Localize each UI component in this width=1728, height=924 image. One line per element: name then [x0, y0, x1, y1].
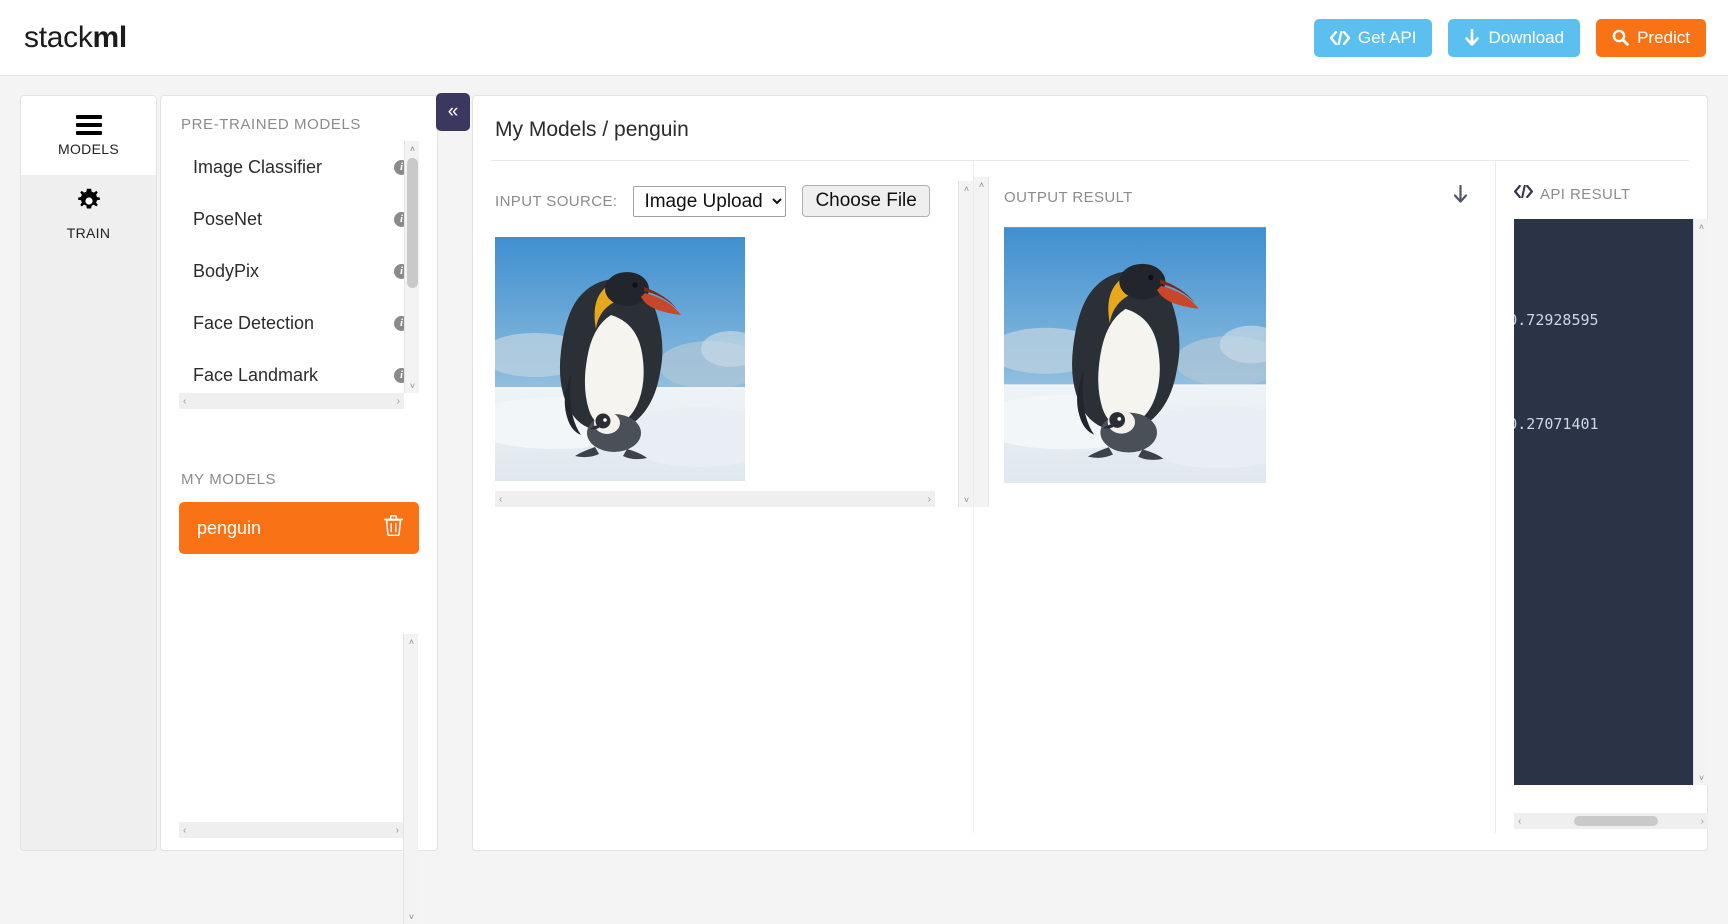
pretrained-item-face-landmark[interactable]: Face Landmark i: [179, 349, 419, 393]
output-penguin-image: [972, 227, 1303, 483]
sidebar-item-models[interactable]: MODELS: [21, 96, 156, 175]
scroll-down-arrow[interactable]: ˅: [404, 909, 419, 924]
download-label: Download: [1488, 27, 1565, 47]
input-source-select[interactable]: Image Upload: [633, 185, 787, 217]
pretrained-item-label: Face Detection: [193, 312, 315, 333]
scroll-right-arrow[interactable]: ›: [928, 494, 931, 505]
top-bar: stackml Get API Download Predict: [0, 0, 1728, 76]
scroll-thumb[interactable]: [1574, 816, 1658, 826]
get-api-button[interactable]: Get API: [1313, 18, 1433, 57]
pretrained-item-label: Image Classifier: [193, 156, 323, 177]
sidebar-item-train[interactable]: TRAIN: [21, 175, 156, 254]
scroll-up-arrow[interactable]: ˄: [405, 141, 419, 156]
api-code-vertical-scrollbar[interactable]: ˄ ˅: [1693, 219, 1708, 785]
scroll-thumb[interactable]: [407, 158, 418, 288]
scroll-right-arrow[interactable]: ›: [396, 825, 399, 836]
api-result-label: API RESULT: [1540, 185, 1631, 203]
sidebar-item-models-label: MODELS: [58, 140, 119, 157]
scroll-up-arrow[interactable]: ˄: [1694, 219, 1708, 234]
input-source-label: INPUT SOURCE:: [495, 192, 618, 210]
code-icon: [1329, 30, 1350, 45]
pretrained-item-bodypix[interactable]: BodyPix i: [179, 245, 419, 297]
pretrained-item-label: Face Landmark: [193, 364, 319, 385]
api-result-code: ": [ ame": 0, ility": 0.72928595 ame": 1…: [1514, 219, 1708, 437]
pretrained-list[interactable]: Image Classifier i PoseNet i BodyPix i F…: [179, 141, 419, 393]
scroll-up-arrow[interactable]: ˄: [404, 634, 419, 649]
code-line: ility": 0.72928595: [1514, 311, 1599, 329]
output-vertical-scrollbar[interactable]: ˄: [974, 177, 989, 507]
pretrained-item-label: BodyPix: [193, 260, 260, 281]
api-code-horizontal-scrollbar[interactable]: ‹ ›: [1514, 813, 1708, 829]
input-image-wrapper: [465, 217, 973, 486]
output-header: OUTPUT RESULT: [974, 161, 1495, 209]
scroll-down-arrow[interactable]: ˅: [1694, 770, 1708, 785]
scroll-left-arrow[interactable]: ‹: [1518, 816, 1521, 827]
collapse-sidebar-button[interactable]: «: [436, 93, 470, 131]
choose-file-button[interactable]: Choose File: [802, 185, 930, 217]
pretrained-item-image-classifier[interactable]: Image Classifier i: [179, 141, 419, 193]
gear-icon: [76, 188, 102, 219]
download-arrow-icon[interactable]: [1452, 184, 1469, 209]
scroll-left-arrow[interactable]: ‹: [183, 825, 186, 836]
pretrained-item-posenet[interactable]: PoseNet i: [179, 193, 419, 245]
input-penguin-image: [465, 237, 780, 481]
left-rail: MODELS TRAIN: [20, 95, 157, 851]
pretrained-heading: PRE-TRAINED MODELS: [181, 116, 361, 133]
scroll-down-arrow[interactable]: ˅: [405, 378, 419, 393]
main-panel: My Models / penguin INPUT SOURCE: Image …: [465, 95, 1708, 851]
mymodels-heading: MY MODELS: [181, 471, 277, 488]
search-icon: [1612, 29, 1629, 46]
mymodels-horizontal-scrollbar[interactable]: ‹ ›: [179, 822, 403, 838]
logo-main: stack: [24, 20, 93, 54]
input-horizontal-scrollbar[interactable]: ‹ ›: [495, 491, 935, 507]
code-icon: [1514, 184, 1533, 203]
breadcrumb: My Models / penguin: [495, 118, 689, 141]
top-bar-actions: Get API Download Predict: [1313, 18, 1706, 57]
workspace-panes: INPUT SOURCE: Image Upload Choose File ˄…: [465, 161, 1708, 833]
download-button[interactable]: Download: [1448, 18, 1581, 57]
input-pane: INPUT SOURCE: Image Upload Choose File ˄…: [465, 161, 973, 833]
sidebar-item-train-label: TRAIN: [66, 225, 111, 241]
input-source-row: INPUT SOURCE: Image Upload Choose File: [473, 161, 973, 217]
pretrained-vertical-scrollbar[interactable]: ˄ ˅: [404, 141, 419, 393]
get-api-label: Get API: [1357, 27, 1417, 47]
pretrained-horizontal-scrollbar[interactable]: ‹ ›: [179, 393, 404, 409]
predict-button[interactable]: Predict: [1596, 18, 1706, 57]
api-result-code-box[interactable]: ": [ ame": 0, ility": 0.72928595 ame": 1…: [1514, 219, 1708, 785]
api-header: API RESULT: [1496, 161, 1707, 203]
download-arrow-icon: [1464, 28, 1480, 47]
models-panel: PRE-TRAINED MODELS Image Classifier i Po…: [160, 95, 438, 924]
scroll-up-arrow[interactable]: ˄: [974, 177, 989, 192]
output-image-wrapper: [972, 209, 1495, 488]
scroll-right-arrow[interactable]: ›: [1701, 816, 1704, 827]
hamburger-icon: [75, 114, 102, 135]
scroll-down-arrow[interactable]: ˅: [959, 492, 974, 507]
code-line: ility": 0.27071401: [1514, 415, 1599, 433]
scroll-left-arrow[interactable]: ‹: [499, 494, 502, 505]
mymodel-item-label: penguin: [197, 517, 262, 538]
pretrained-item-label: PoseNet: [193, 208, 263, 229]
scroll-up-arrow[interactable]: ˄: [959, 181, 974, 196]
output-result-label: OUTPUT RESULT: [1004, 188, 1133, 206]
logo-bold: ml: [92, 20, 128, 54]
api-pane: API RESULT ": [ ame": 0, ility": 0.72928…: [1495, 161, 1708, 833]
pretrained-item-face-detection[interactable]: Face Detection i: [179, 297, 419, 349]
mymodel-item-penguin[interactable]: penguin: [179, 502, 419, 554]
input-vertical-scrollbar[interactable]: ˄ ˅: [958, 181, 973, 507]
mymodels-vertical-scrollbar[interactable]: ˄ ˅: [403, 634, 418, 924]
predict-label: Predict: [1637, 27, 1690, 47]
scroll-left-arrow[interactable]: ‹: [183, 396, 186, 407]
output-pane: OUTPUT RESULT ˄: [972, 161, 1495, 833]
trash-icon[interactable]: [384, 515, 403, 541]
app-logo[interactable]: stackml: [24, 21, 127, 55]
scroll-right-arrow[interactable]: ›: [397, 396, 400, 407]
